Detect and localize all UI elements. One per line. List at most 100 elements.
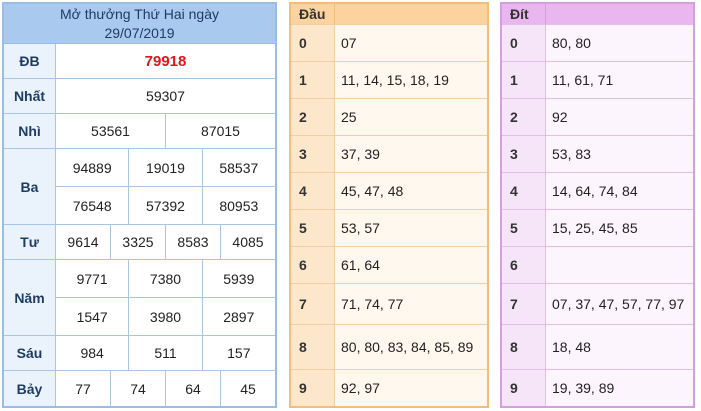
prize-label: Nhì <box>4 114 56 148</box>
prize-numbers: 9614 3325 8583 4085 <box>56 225 275 259</box>
dau-rows: 0 07 1 11, 14, 15, 18, 19 2 25 3 37, 39 4 45, 47,… <box>291 24 487 406</box>
dau-values: 45, 47, 48 <box>335 173 487 209</box>
dau-digit: 8 <box>291 325 335 369</box>
prize-label: Tư <box>4 225 56 259</box>
dau-values: 11, 14, 15, 18, 19 <box>335 62 487 98</box>
dau-values: 71, 74, 77 <box>335 284 487 324</box>
dit-row: 1 11, 61, 71 <box>502 61 693 98</box>
prize-number: 77 <box>75 380 91 397</box>
dau-row: 1 11, 14, 15, 18, 19 <box>291 61 487 98</box>
prize-number: 74 <box>110 371 165 406</box>
results-row: Nhất 59307 <box>4 79 275 114</box>
prize-line: 94889 19019 58537 <box>56 149 275 186</box>
dau-digit: 5 <box>291 210 335 246</box>
dau-row: 4 45, 47, 48 <box>291 172 487 209</box>
prize-number: 4085 <box>220 225 275 259</box>
dit-digit: 2 <box>502 99 546 135</box>
prize-line: 79918 <box>56 44 275 78</box>
dit-values: 80, 80 <box>546 25 693 61</box>
prize-line: 1547 3980 2897 <box>56 297 275 335</box>
prize-number: 511 <box>128 336 201 370</box>
results-row: Nhì 53561 87015 <box>4 114 275 149</box>
prize-line: 9614 3325 8583 4085 <box>56 225 275 259</box>
prize-numbers: 984 511 157 <box>56 336 275 370</box>
dau-digit: 7 <box>291 284 335 324</box>
dit-digit: 0 <box>502 25 546 61</box>
dau-row: 9 92, 97 <box>291 369 487 406</box>
special-prize-number: 79918 <box>144 52 187 70</box>
dit-digit: 6 <box>502 247 546 283</box>
prize-number: 3980 <box>128 298 201 335</box>
dau-header: Đầu <box>291 4 487 24</box>
dit-values: 18, 48 <box>546 325 693 369</box>
prize-number: 3325 <box>110 225 165 259</box>
dau-digit: 0 <box>291 25 335 61</box>
prize-line: 59307 <box>56 79 275 113</box>
dit-row: 6 <box>502 246 693 283</box>
dit-row: 4 14, 64, 74, 84 <box>502 172 693 209</box>
prize-number: 2897 <box>201 298 275 335</box>
prize-line: 9771 7380 5939 <box>56 260 275 297</box>
dau-row: 6 61, 64 <box>291 246 487 283</box>
dau-values: 37, 39 <box>335 136 487 172</box>
dau-row: 0 07 <box>291 24 487 61</box>
dau-digit: 4 <box>291 173 335 209</box>
prize-label: Ba <box>4 149 56 224</box>
dau-header-label: Đầu <box>291 4 335 24</box>
results-header: Mở thưởng Thứ Hai ngày 29/07/2019 <box>4 4 275 44</box>
prize-number: 59307 <box>146 88 185 104</box>
dit-values: 15, 25, 45, 85 <box>546 210 693 246</box>
prize-number: 57392 <box>128 187 201 224</box>
dau-row: 8 80, 80, 83, 84, 85, 89 <box>291 324 487 369</box>
dit-header-blank <box>546 4 693 24</box>
prize-line: 53561 87015 <box>56 114 275 148</box>
dau-digit: 1 <box>291 62 335 98</box>
dit-digit: 5 <box>502 210 546 246</box>
dit-table: Đít 0 80, 80 1 11, 61, 71 2 92 3 53, 83 4 14, 64,… <box>500 2 695 408</box>
prize-number: 53561 <box>91 123 130 139</box>
dau-digit: 2 <box>291 99 335 135</box>
prize-line: 77 74 64 45 <box>56 371 275 406</box>
results-table: Mở thưởng Thứ Hai ngày 29/07/2019 ĐB 7991… <box>2 2 277 408</box>
prize-number: 157 <box>201 336 275 370</box>
prize-numbers: 59307 <box>56 79 275 113</box>
dit-row: 8 18, 48 <box>502 324 693 369</box>
dau-values: 25 <box>335 99 487 135</box>
dau-row: 7 71, 74, 77 <box>291 283 487 324</box>
results-rows: ĐB 79918 Nhất 59307 Nhì 53561 87015 Ba 94889 1901… <box>4 44 275 406</box>
dit-values: 11, 61, 71 <box>546 62 693 98</box>
dit-values: 14, 64, 74, 84 <box>546 173 693 209</box>
prize-number: 76548 <box>72 197 112 214</box>
dau-digit: 6 <box>291 247 335 283</box>
prize-number: 45 <box>220 371 275 406</box>
dit-values <box>546 247 693 283</box>
dit-digit: 9 <box>502 370 546 406</box>
dit-values: 53, 83 <box>546 136 693 172</box>
dit-row: 3 53, 83 <box>502 135 693 172</box>
dit-rows: 0 80, 80 1 11, 61, 71 2 92 3 53, 83 4 14, 64, 74,… <box>502 24 693 406</box>
dit-digit: 4 <box>502 173 546 209</box>
dit-header: Đít <box>502 4 693 24</box>
results-row: Năm 9771 7380 5939 1547 3980 2897 <box>4 260 275 336</box>
prize-number: 58537 <box>201 149 275 186</box>
prize-label: Nhất <box>4 79 56 113</box>
dau-header-blank <box>335 4 487 24</box>
prize-label: ĐB <box>4 44 56 78</box>
dit-row: 7 07, 37, 47, 57, 77, 97 <box>502 283 693 324</box>
prize-number: 1547 <box>76 308 108 325</box>
prize-number: 94889 <box>72 159 112 176</box>
dit-row: 5 15, 25, 45, 85 <box>502 209 693 246</box>
results-date: 29/07/2019 <box>104 24 175 41</box>
prize-numbers: 53561 87015 <box>56 114 275 148</box>
prize-number: 80953 <box>201 187 275 224</box>
dit-digit: 8 <box>502 325 546 369</box>
dit-digit: 3 <box>502 136 546 172</box>
dit-row: 9 19, 39, 89 <box>502 369 693 406</box>
results-row: Tư 9614 3325 8583 4085 <box>4 225 275 260</box>
results-row: Bảy 77 74 64 45 <box>4 371 275 406</box>
dit-row: 0 80, 80 <box>502 24 693 61</box>
prize-number: 9614 <box>67 234 99 250</box>
dit-values: 07, 37, 47, 57, 77, 97 <box>546 284 693 324</box>
dit-digit: 7 <box>502 284 546 324</box>
prize-numbers: 79918 <box>56 44 275 78</box>
